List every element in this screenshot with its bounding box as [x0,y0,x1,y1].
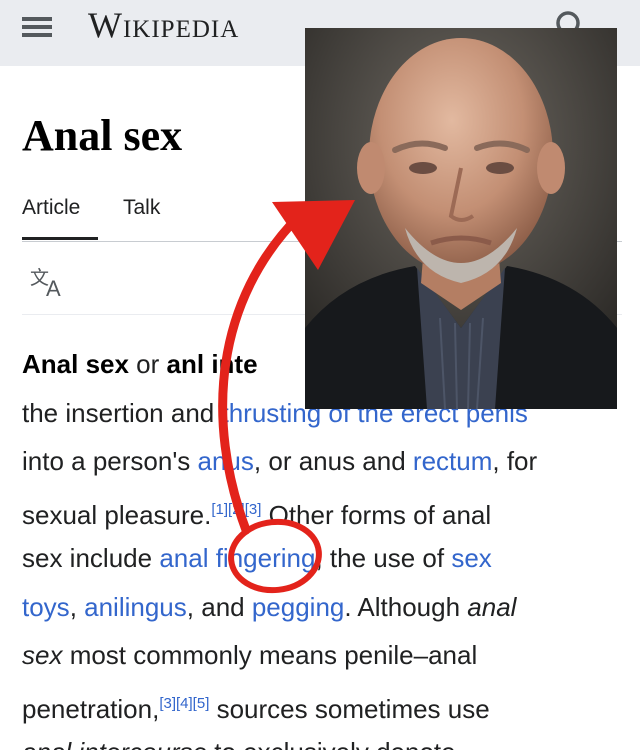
text-run: to exclusively denote [207,737,455,750]
citation-link[interactable]: [3][4][5] [159,695,209,712]
italic-term: anal intercourse [22,737,207,750]
text-run: the insertion an [22,397,200,428]
text-line: into a person's anus, or anus and rectum… [22,437,622,486]
link-rectum[interactable]: rectum [413,446,492,476]
link-anus[interactable]: anus [198,446,254,476]
tab-article[interactable]: Article [22,196,80,220]
italic-term: sex [22,640,63,670]
text-run: sexual pleasure. [22,499,212,530]
active-tab-indicator [22,237,98,240]
hamburger-menu-icon[interactable] [22,11,56,39]
text-run: Other forms of anal [261,499,492,530]
translate-icon[interactable]: 文 A [28,264,72,300]
text-run: d [199,397,222,428]
text-line: sex most commonly means penile–anal [22,631,622,680]
text-line: sex include anal fingering, the use of s… [22,534,622,583]
tab-talk[interactable]: Talk [123,196,160,220]
text-run: , or anus and [253,446,413,476]
text-run: into a person's [22,446,198,476]
wikipedia-wordmark[interactable]: Wikipedia [88,4,239,46]
bold-term: l inte [196,349,258,379]
bold-term: an [166,349,197,379]
portrait-drawing [305,28,617,409]
text-run: . Although [344,591,468,622]
italic-term: anal [467,591,517,622]
bold-term: Anal sex [22,349,129,379]
text-run: most commonly means penile–anal [62,640,478,670]
link-sex-toys[interactable]: sex [451,543,491,573]
link-toys[interactable]: toys [22,592,70,622]
citation-link[interactable]: [1][2][3] [211,501,261,518]
text-line: toys, anilingus, and pegging. Although a… [22,583,622,632]
link-pegging[interactable]: pegging [252,592,345,622]
link-anilingus[interactable]: anilingus [84,592,187,622]
text-run: sources sometimes use [209,693,490,724]
man-portrait-photo [305,28,617,409]
text-line: anal intercourse to exclusively denote [22,728,622,750]
text-run: sex include [22,543,160,573]
text-run: , for [492,446,538,476]
svg-text:A: A [46,276,61,300]
text-run: , the use of [315,543,452,573]
link-anal-fingering[interactable]: anal fingering [159,543,315,573]
text-run: , and [186,591,252,622]
text-line: sexual pleasure.[1][2][3] Other forms of… [22,486,622,535]
text-run: , [69,591,85,622]
page-title: Anal sex [22,111,183,160]
text-run: or [128,349,167,379]
text-line: penetration,[3][4][5] sources sometimes … [22,680,622,729]
text-run: penetration, [22,693,160,724]
